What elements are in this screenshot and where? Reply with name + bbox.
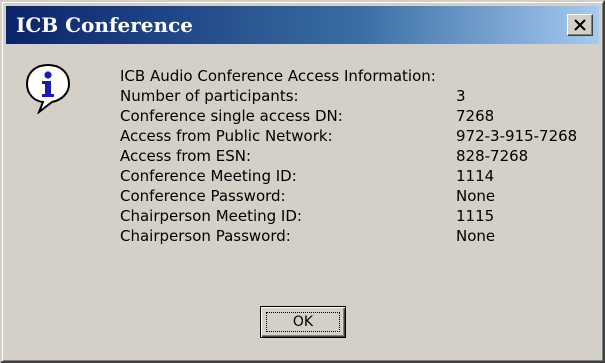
info-row: Conference Meeting ID: 1114 xyxy=(120,166,494,186)
info-row: Chairperson Password: None xyxy=(120,226,495,246)
info-row: Conference single access DN: 7268 xyxy=(120,106,494,126)
focus-rectangle xyxy=(266,312,340,332)
conference-dialog: ICB Conference ICB Audio Conference Acce… xyxy=(0,0,605,363)
title-bar[interactable]: ICB Conference xyxy=(6,6,599,44)
row-value: None xyxy=(456,227,496,245)
info-row: Conference Password: None xyxy=(120,186,495,206)
window-title: ICB Conference xyxy=(16,13,193,37)
row-label: Conference Meeting ID: xyxy=(120,167,297,185)
info-row: Access from ESN: 828-7268 xyxy=(120,146,528,166)
info-icon xyxy=(25,63,71,114)
ok-button[interactable]: OK xyxy=(260,306,346,338)
close-button[interactable] xyxy=(567,14,593,36)
row-label: Number of participants: xyxy=(120,87,299,105)
info-row: Access from Public Network: 972-3-915-72… xyxy=(120,126,577,146)
info-row: Number of participants: 3 xyxy=(120,86,466,106)
row-label: Access from Public Network: xyxy=(120,127,333,145)
row-value: 1114 xyxy=(456,167,495,185)
row-label: Chairperson Password: xyxy=(120,227,291,245)
row-label: Access from ESN: xyxy=(120,147,252,165)
row-value: None xyxy=(456,187,496,205)
info-heading: ICB Audio Conference Access Information: xyxy=(120,67,436,85)
row-label: Conference single access DN: xyxy=(120,107,343,125)
row-value: 3 xyxy=(456,87,466,105)
row-value: 828-7268 xyxy=(456,147,529,165)
row-value: 1115 xyxy=(456,207,495,225)
info-row: Chairperson Meeting ID: 1115 xyxy=(120,206,494,226)
row-value: 7268 xyxy=(456,107,495,125)
row-label: Chairperson Meeting ID: xyxy=(120,207,302,225)
close-icon xyxy=(574,19,586,31)
row-value: 972-3-915-7268 xyxy=(456,127,578,145)
info-panel: ICB Audio Conference Access Information:… xyxy=(120,66,577,246)
row-label: Conference Password: xyxy=(120,187,286,205)
